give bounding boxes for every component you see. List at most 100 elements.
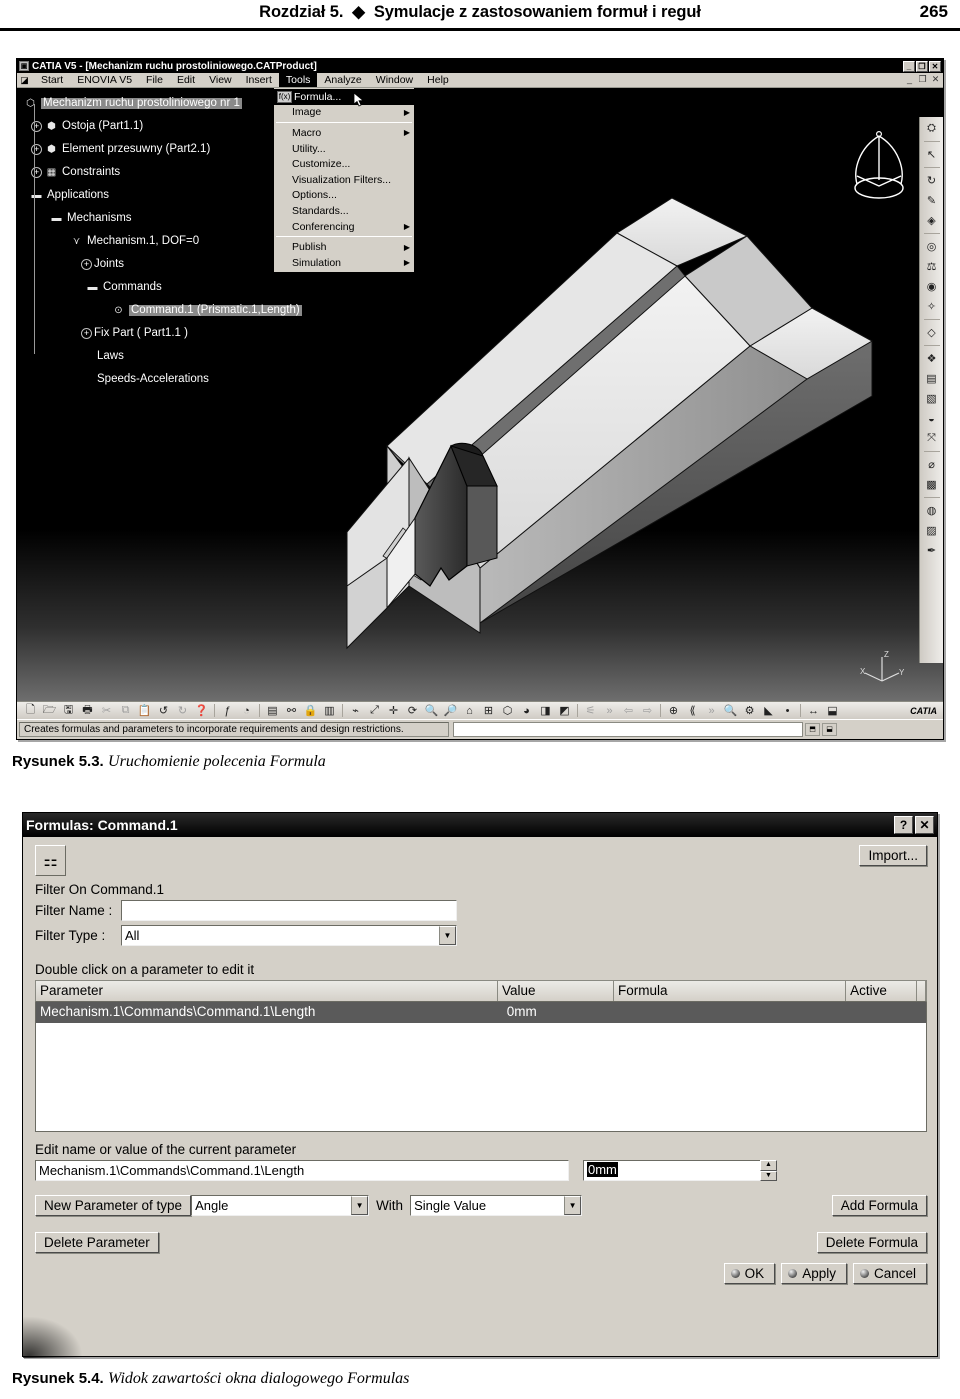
cancel-button[interactable]: Cancel — [852, 1263, 927, 1284]
normal-view-icon[interactable]: ⌂ — [460, 703, 479, 719]
swap-visible-icon[interactable]: ◩ — [555, 703, 574, 719]
table-icon[interactable]: ▤ — [263, 703, 282, 719]
redo-icon[interactable]: ↻ — [173, 703, 192, 719]
shell-icon[interactable]: ▧ — [922, 389, 942, 408]
ok-button[interactable]: OK — [723, 1263, 776, 1284]
expander-icon[interactable]: + — [81, 328, 92, 339]
fly-mode-icon[interactable]: ⌁ — [346, 703, 365, 719]
status-command-input[interactable] — [453, 722, 803, 737]
tree-icon[interactable]: ▥ — [320, 703, 339, 719]
tree-item-commands[interactable]: ▬ Commands — [23, 276, 353, 299]
filter-name-input[interactable] — [121, 900, 457, 921]
3d-viewport[interactable]: Z X Y ⬡ Mechanizm ruchu prostoliniowego … — [17, 88, 943, 701]
menu-enovia[interactable]: ENOVIA V5 — [70, 73, 139, 87]
expander-icon[interactable]: + — [31, 167, 42, 178]
mdi-minimize-icon[interactable]: _ — [904, 74, 915, 85]
menu-edit[interactable]: Edit — [170, 73, 202, 87]
right-vertical-toolbar[interactable]: ⛭ ↖ ↻ ✎ ◈ ◎ ⚖ ◉ ✧ ◇ ❖ ▤ ▧ ◒ ⤧ ⌀ ▩ ◍ ▨ ✒ — [919, 117, 943, 663]
catalog-icon[interactable]: ▨ — [922, 521, 942, 540]
hole-icon[interactable]: ◉ — [922, 277, 942, 296]
update-icon[interactable]: ↻ — [922, 171, 942, 190]
graph-icon[interactable]: ⚯ — [282, 703, 301, 719]
link-icon[interactable]: ⇨ — [638, 703, 657, 719]
window-controls[interactable]: _ ❐ ✕ — [903, 60, 941, 72]
highlight-icon[interactable]: ◣ — [759, 703, 778, 719]
close-icon[interactable]: ✕ — [929, 60, 941, 72]
3d-compass-icon[interactable] — [843, 126, 915, 206]
tools-dropdown-menu[interactable]: f(x) Formula... Image ▶ Macro ▶ Utility.… — [273, 88, 415, 273]
save-icon[interactable]: 🖫 — [59, 703, 78, 719]
iso-view-icon[interactable]: ⬡ — [498, 703, 517, 719]
boolean-icon[interactable]: ◒ — [922, 409, 942, 428]
menu-item-standards[interactable]: Standards... — [274, 203, 414, 219]
print-icon[interactable]: 🖶 — [78, 703, 97, 719]
zoom-in-icon[interactable]: 🔍 — [422, 703, 441, 719]
value-spinner[interactable]: ▲ ▼ — [760, 1160, 777, 1181]
import-button[interactable]: Import... — [859, 845, 927, 866]
menu-insert[interactable]: Insert — [239, 73, 279, 87]
mdi-close-icon[interactable]: ✕ — [930, 74, 941, 85]
filter-type-select[interactable]: All ▼ — [121, 925, 457, 946]
bottom-toolbar[interactable]: 🗋 🗁 🖫 🖶 ✂ ⧉ 📋 ↺ ↻ ❓ ƒ ◔ ▤ ⚯ 🔒 ▥ ⌁ ⤢ ✛ ⟳ … — [17, 701, 943, 719]
draft-icon[interactable]: ▤ — [922, 369, 942, 388]
open-icon[interactable]: 🗁 — [40, 703, 59, 719]
whats-this-icon[interactable]: ❓ — [192, 703, 211, 719]
spinner-down-icon[interactable]: ▼ — [760, 1170, 777, 1181]
copy-icon[interactable]: ⧉ — [116, 703, 135, 719]
menu-item-publish[interactable]: Publish ▶ — [274, 239, 414, 255]
tree-item-command-1[interactable]: ⊙ Command.1 (Prismatic.1,Length) — [23, 299, 353, 322]
edit-name-input[interactable]: Mechanism.1\Commands\Command.1\Length — [35, 1160, 569, 1181]
point-icon[interactable]: • — [778, 703, 797, 719]
chamfer-icon[interactable]: ◇ — [922, 323, 942, 342]
parameter-tree-icon[interactable]: ⚏ — [35, 845, 66, 876]
help-icon[interactable]: ? — [894, 816, 913, 834]
lock-icon[interactable]: 🔒 — [301, 703, 320, 719]
status-mini-button-1[interactable]: ⬒ — [805, 723, 820, 736]
menu-help[interactable]: Help — [420, 73, 456, 87]
cut-plane-icon[interactable]: » — [600, 703, 619, 719]
rotate-icon[interactable]: ⟳ — [403, 703, 422, 719]
status-mini-button-2[interactable]: ⬓ — [822, 723, 837, 736]
knowledge-icon[interactable]: ◔ — [237, 703, 256, 719]
inertia-icon[interactable]: ⬓ — [823, 703, 842, 719]
undo-icon[interactable]: ↺ — [154, 703, 173, 719]
edit-value-input[interactable]: 0mm — [583, 1160, 761, 1181]
analysis-icon[interactable]: ▩ — [922, 475, 942, 494]
cut-icon[interactable]: ✂ — [97, 703, 116, 719]
delete-formula-button[interactable]: Delete Formula — [816, 1232, 927, 1253]
catia-menubar[interactable]: ◪ Start ENOVIA V5 File Edit View Insert … — [17, 73, 943, 88]
pocket-icon[interactable]: ◎ — [922, 237, 942, 256]
restore-icon[interactable]: ❐ — [916, 60, 928, 72]
expander-icon[interactable]: + — [31, 121, 42, 132]
fillet-icon[interactable]: ✧ — [922, 297, 942, 316]
pad-icon[interactable]: ◈ — [922, 211, 942, 230]
reframe-icon[interactable]: ⟪ — [683, 703, 702, 719]
annotation-icon[interactable]: ✒ — [922, 541, 942, 560]
menu-item-image[interactable]: Image ▶ — [274, 105, 414, 121]
delete-parameter-button[interactable]: Delete Parameter — [35, 1232, 159, 1253]
formula-fx-icon[interactable]: ƒ — [218, 703, 237, 719]
chevron-down-icon[interactable]: ▼ — [439, 926, 456, 945]
fit-all-icon[interactable]: ⤢ — [365, 703, 384, 719]
dialog-window-controls[interactable]: ? ✕ — [894, 816, 934, 834]
pan-icon[interactable]: ✛ — [384, 703, 403, 719]
close-icon[interactable]: ✕ — [915, 816, 934, 834]
new-parameter-type-select[interactable]: Angle ▼ — [191, 1195, 370, 1216]
paste-icon[interactable]: 📋 — [135, 703, 154, 719]
shaft-icon[interactable]: ⚖ — [922, 257, 942, 276]
menu-item-customize[interactable]: Customize... — [274, 156, 414, 172]
expander-icon[interactable]: + — [81, 259, 92, 270]
apply-material-icon[interactable]: ◍ — [922, 501, 942, 520]
add-formula-button[interactable]: Add Formula — [831, 1195, 927, 1216]
mdi-restore-icon[interactable]: ❐ — [917, 74, 928, 85]
tree-item-laws[interactable]: Laws — [23, 345, 353, 368]
expander-icon[interactable]: + — [31, 144, 42, 155]
measure-icon[interactable]: ⌀ — [922, 455, 942, 474]
menu-analyze[interactable]: Analyze — [317, 73, 368, 87]
status-mini-buttons[interactable]: ⬒ ⬓ — [805, 723, 837, 736]
search-icon[interactable]: 🔍 — [721, 703, 740, 719]
transform-icon[interactable]: ⤧ — [922, 429, 942, 448]
chevron-down-icon[interactable]: ▼ — [351, 1196, 369, 1215]
pattern-icon[interactable]: ❖ — [922, 349, 942, 368]
menu-item-options[interactable]: Options... — [274, 188, 414, 204]
